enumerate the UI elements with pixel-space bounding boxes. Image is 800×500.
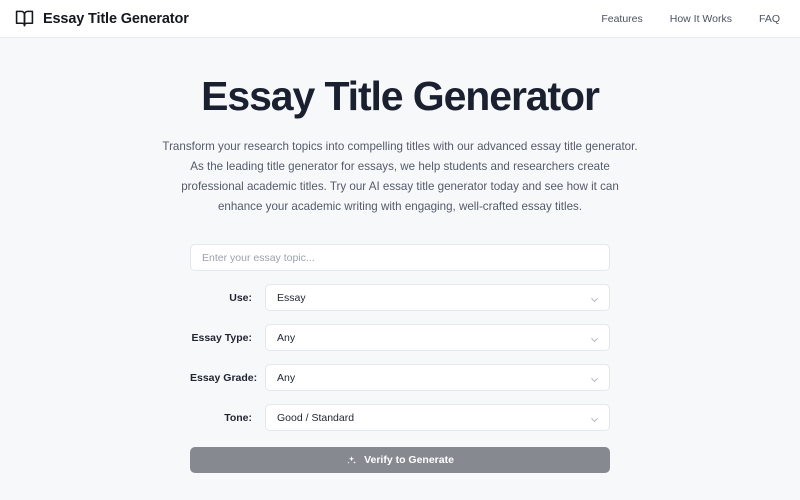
form-row-essay-grade: Essay Grade: Any (190, 364, 610, 392)
select-essay-type-value: Any (277, 331, 296, 344)
chevron-down-icon (589, 412, 600, 423)
label-use: Use: (229, 291, 252, 304)
chevron-down-icon (589, 332, 600, 343)
select-tone-value: Good / Standard (277, 411, 355, 424)
open-book-icon (15, 9, 34, 28)
sparkles-icon (346, 455, 357, 466)
chevron-down-icon (589, 292, 600, 303)
essay-topic-input[interactable] (190, 244, 610, 272)
select-use[interactable]: Essay (265, 284, 610, 312)
generator-form: Use: Essay Essay Type: Any (190, 244, 610, 474)
verify-to-generate-label: Verify to Generate (364, 454, 454, 467)
select-essay-type[interactable]: Any (265, 324, 610, 352)
brand[interactable]: Essay Title Generator (15, 9, 189, 28)
form-row-essay-type: Essay Type: Any (190, 324, 610, 352)
form-row-use: Use: Essay (190, 284, 610, 312)
select-tone[interactable]: Good / Standard (265, 404, 610, 432)
brand-name: Essay Title Generator (43, 10, 189, 27)
hero-description: Transform your research topics into comp… (162, 140, 638, 214)
label-essay-grade: Essay Grade: (190, 371, 258, 384)
label-tone: Tone: (224, 411, 252, 424)
main-nav: Features How It Works FAQ (601, 13, 780, 25)
verify-to-generate-button[interactable]: Verify to Generate (190, 447, 610, 474)
nav-link-faq[interactable]: FAQ (759, 13, 780, 25)
hero-section: Essay Title Generator Transform your res… (0, 38, 800, 217)
label-essay-type: Essay Type: (191, 331, 252, 344)
nav-link-features[interactable]: Features (601, 13, 642, 25)
chevron-down-icon (589, 372, 600, 383)
select-essay-grade-value: Any (277, 371, 296, 384)
site-header: Essay Title Generator Features How It Wo… (0, 0, 800, 38)
page-title: Essay Title Generator (201, 73, 600, 119)
select-essay-grade[interactable]: Any (265, 364, 610, 392)
nav-link-how-it-works[interactable]: How It Works (670, 13, 732, 25)
main-content: Essay Title Generator Transform your res… (0, 38, 800, 474)
form-row-tone: Tone: Good / Standard (190, 404, 610, 432)
select-use-value: Essay (277, 291, 306, 304)
